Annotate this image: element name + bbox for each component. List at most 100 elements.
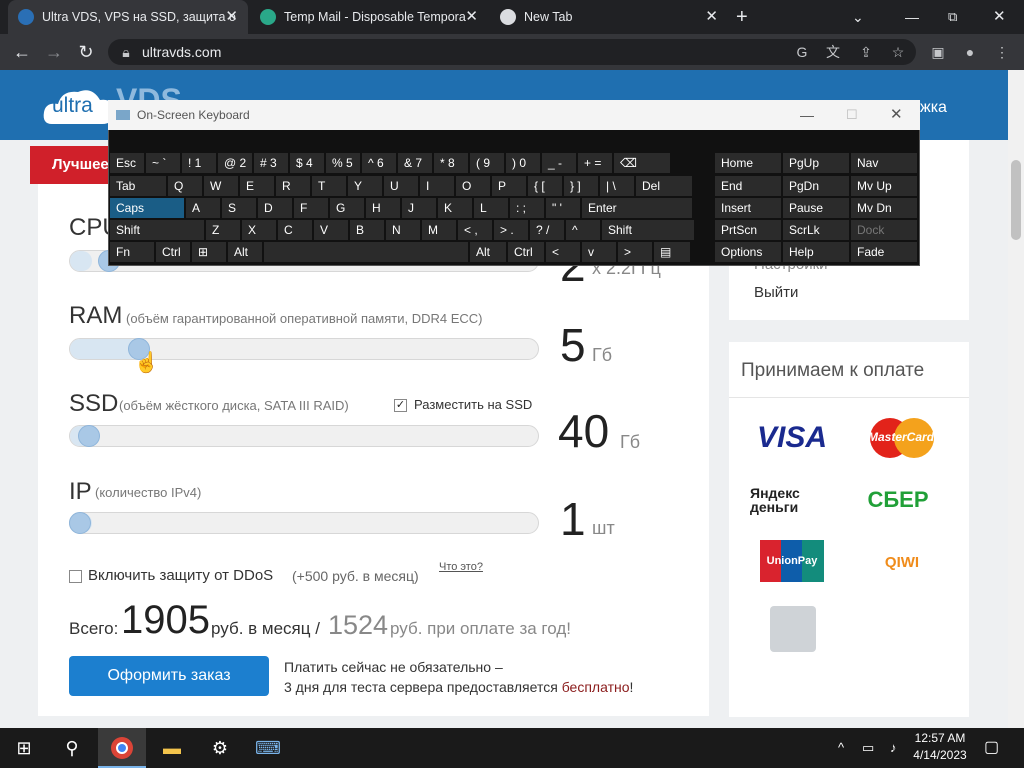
osk-key[interactable]: >	[618, 242, 652, 262]
osk-key[interactable]: Q	[168, 176, 202, 196]
osk-key[interactable]: U	[384, 176, 418, 196]
osk-key[interactable]: S	[222, 198, 256, 218]
osk-key[interactable]: Fn	[110, 242, 154, 262]
osk-key[interactable]: L	[474, 198, 508, 218]
osk-nav-key[interactable]: Home	[715, 153, 781, 173]
osk-nav-key[interactable]: PgDn	[783, 176, 849, 196]
osk-key[interactable]: Ctrl	[156, 242, 190, 262]
osk-key[interactable]: Ctrl	[508, 242, 544, 262]
osk-nav-key[interactable]: PrtScn	[715, 220, 781, 240]
osk-key[interactable]: Caps	[110, 198, 184, 218]
osk-key[interactable]: @ 2	[218, 153, 252, 173]
osk-key[interactable]: % 5	[326, 153, 360, 173]
osk-key[interactable]: E	[240, 176, 274, 196]
osk-nav-key[interactable]: ScrLk	[783, 220, 849, 240]
ssd-slider[interactable]	[69, 425, 539, 447]
logout-link[interactable]: Выйти	[754, 284, 798, 301]
osk-key[interactable]: Y	[348, 176, 382, 196]
osk-key[interactable]: ! 1	[182, 153, 216, 173]
osk-key[interactable]: Alt	[470, 242, 506, 262]
windows-start-icon[interactable]: ⊞	[0, 728, 48, 768]
side-panel-icon[interactable]: ▣	[928, 39, 948, 65]
osk-key[interactable]: T	[312, 176, 346, 196]
osk-nav-key[interactable]: Pause	[783, 198, 849, 218]
osk-key[interactable]: H	[366, 198, 400, 218]
osk-key[interactable]: Z	[206, 220, 240, 240]
search-icon[interactable]: ⚲	[48, 728, 96, 768]
back-icon[interactable]: ←	[8, 34, 36, 70]
osk-nav-key[interactable]: Options	[715, 242, 781, 262]
osk-key[interactable]: O	[456, 176, 490, 196]
ssd-checkbox-label[interactable]: Разместить на SSD	[414, 397, 532, 412]
volume-icon[interactable]: ♪	[890, 728, 897, 768]
ip-slider-handle[interactable]	[69, 512, 91, 534]
osk-key[interactable]: X	[242, 220, 276, 240]
osk-key[interactable]: I	[420, 176, 454, 196]
osk-taskbar-icon[interactable]: ⌨	[244, 728, 292, 768]
lock-icon[interactable]: 🔒︎	[116, 39, 136, 65]
ssd-slider-handle[interactable]	[78, 425, 100, 447]
ddos-what-link[interactable]: Что это?	[439, 561, 483, 573]
tray-chevron-icon[interactable]: ^	[838, 728, 844, 768]
ddos-label[interactable]: Включить защиту от DDoS	[88, 567, 273, 584]
osk-nav-key[interactable]: Mv Up	[851, 176, 917, 196]
osk-key[interactable]: V	[314, 220, 348, 240]
ssd-checkbox[interactable]: ✓	[394, 399, 407, 412]
osk-key[interactable]: W	[204, 176, 238, 196]
osk-key[interactable]: D	[258, 198, 292, 218]
clock-time[interactable]: 12:57 AM	[910, 731, 970, 745]
new-tab-button[interactable]: +	[736, 0, 748, 34]
osk-key[interactable]: " '	[546, 198, 580, 218]
order-button[interactable]: Оформить заказ	[69, 656, 269, 696]
osk-nav-key[interactable]: PgUp	[783, 153, 849, 173]
osk-key[interactable]: & 7	[398, 153, 432, 173]
osk-nav-key[interactable]: Help	[783, 242, 849, 262]
minimize-button[interactable]: —	[905, 0, 935, 34]
osk-key[interactable]: ( 9	[470, 153, 504, 173]
osk-nav-key[interactable]: Mv Dn	[851, 198, 917, 218]
osk-maximize-button[interactable]: ☐	[846, 100, 858, 130]
osk-key[interactable]: ^ 6	[362, 153, 396, 173]
osk-key[interactable]: C	[278, 220, 312, 240]
profile-icon[interactable]: ●	[960, 39, 980, 65]
close-icon[interactable]: ✕	[465, 0, 478, 34]
osk-key[interactable]: ⌫	[614, 153, 670, 173]
osk-key[interactable]: ^	[566, 220, 600, 240]
osk-key[interactable]: ⊞	[192, 242, 226, 262]
network-icon[interactable]: ▭	[862, 728, 874, 768]
osk-key[interactable]: > .	[494, 220, 528, 240]
osk-nav-key[interactable]: Nav	[851, 153, 917, 173]
osk-key[interactable]: Shift	[110, 220, 204, 240]
osk-key[interactable]: N	[386, 220, 420, 240]
osk-key[interactable]: Alt	[228, 242, 262, 262]
osk-key[interactable]: : ;	[510, 198, 544, 218]
osk-key[interactable]: Enter	[582, 198, 692, 218]
osk-nav-key[interactable]: Insert	[715, 198, 781, 218]
notifications-icon[interactable]: ▢	[984, 728, 999, 768]
osk-key[interactable]: Esc	[110, 153, 144, 173]
osk-key[interactable]	[264, 242, 468, 262]
ddos-checkbox[interactable]	[69, 570, 82, 583]
osk-key[interactable]: { [	[528, 176, 562, 196]
osk-key[interactable]: J	[402, 198, 436, 218]
osk-key[interactable]: _ -	[542, 153, 576, 173]
close-icon[interactable]: ✕	[225, 0, 238, 34]
settings-gear-icon[interactable]: ⚙	[196, 728, 244, 768]
file-explorer-icon[interactable]: ▬	[148, 728, 196, 768]
osk-key[interactable]: G	[330, 198, 364, 218]
clock-date[interactable]: 4/14/2023	[906, 748, 974, 762]
forward-icon[interactable]: →	[40, 34, 68, 70]
osk-key[interactable]: K	[438, 198, 472, 218]
close-window-button[interactable]: ✕	[993, 0, 1006, 34]
osk-key[interactable]: A	[186, 198, 220, 218]
ip-slider[interactable]	[69, 512, 539, 534]
osk-key[interactable]: Shift	[602, 220, 694, 240]
osk-key[interactable]: } ]	[564, 176, 598, 196]
translate-icon[interactable]: 文	[823, 39, 843, 65]
osk-key[interactable]: P	[492, 176, 526, 196]
bookmark-star-icon[interactable]: ☆	[888, 39, 908, 65]
osk-key[interactable]: # 3	[254, 153, 288, 173]
menu-kebab-icon[interactable]: ⋮	[992, 39, 1012, 65]
osk-key[interactable]: B	[350, 220, 384, 240]
osk-key[interactable]: $ 4	[290, 153, 324, 173]
